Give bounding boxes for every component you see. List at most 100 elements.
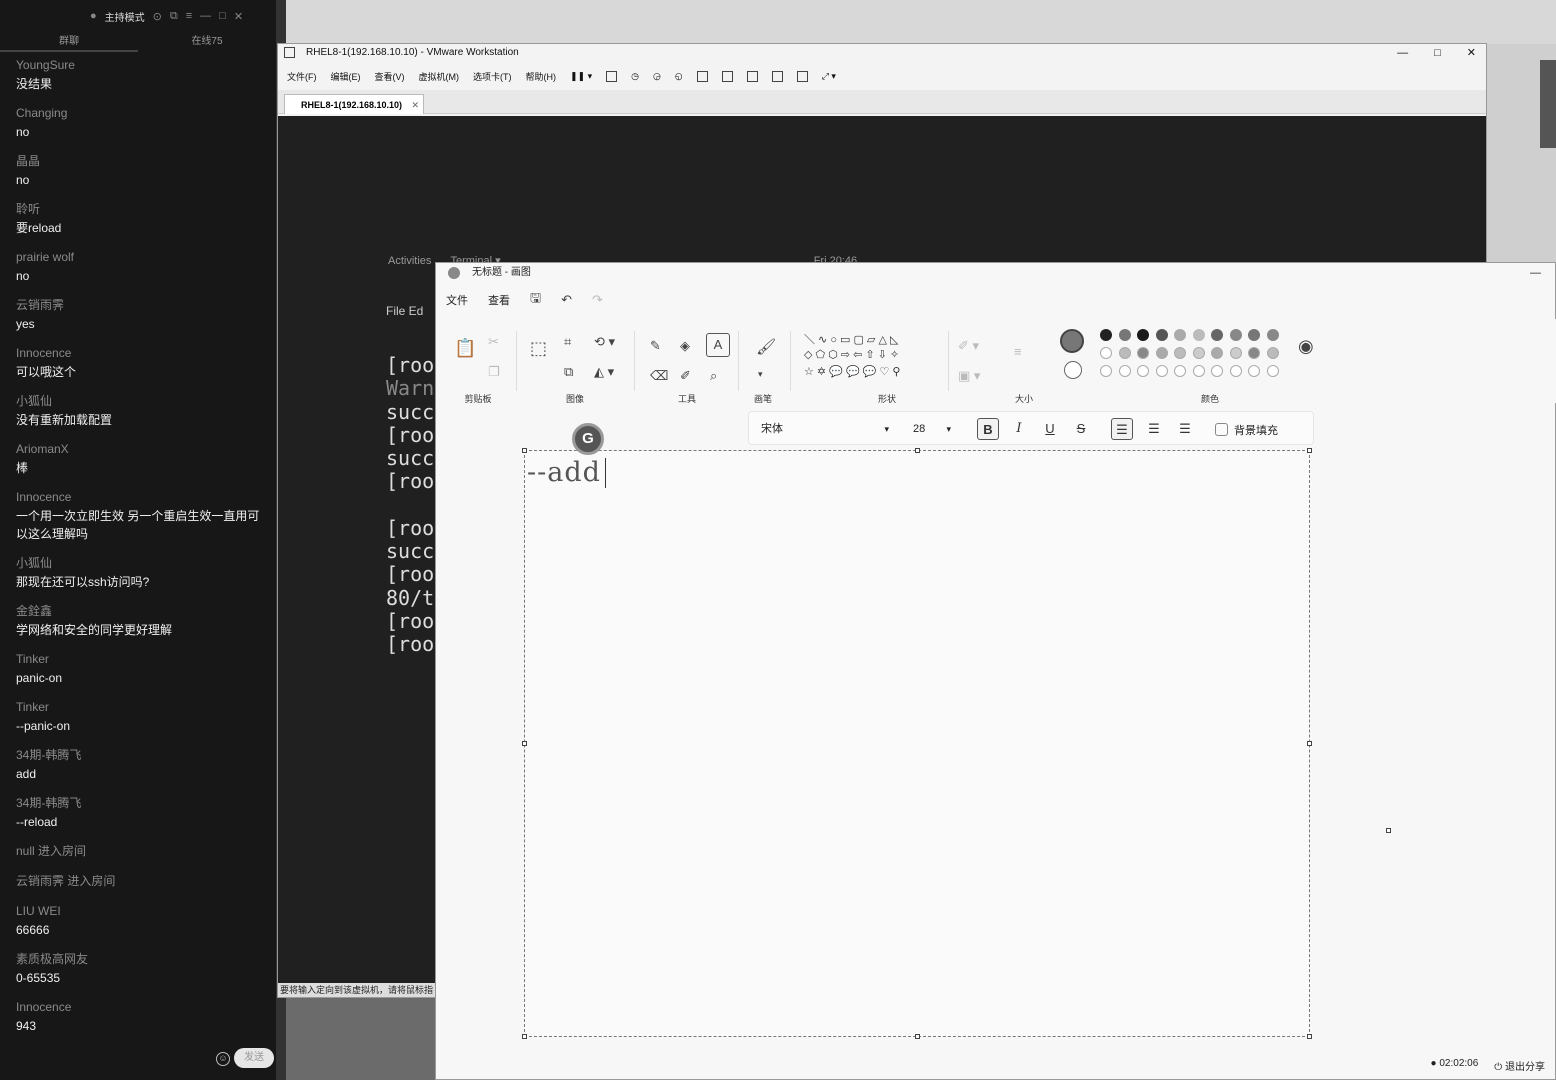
palette-swatch[interactable] [1192,347,1205,359]
activities-button[interactable]: Activities [388,255,431,267]
undo-icon[interactable]: ↶ [561,292,572,308]
select-icon[interactable]: ⬚ [530,339,547,357]
palette-swatch[interactable] [1174,365,1186,377]
resize-handle[interactable] [522,741,527,746]
palette-swatch[interactable] [1248,347,1260,359]
maximize-icon[interactable]: □ [1434,44,1441,62]
brush-icon[interactable]: 🖌 [756,340,776,356]
align-left-button[interactable]: ☰ [1111,418,1133,440]
palette-swatch[interactable] [1211,347,1223,359]
emoji-icon[interactable]: ☺ [216,1052,230,1066]
terminal-output[interactable]: [roo Warn succ [roo succ [roo [roo succ [roo 80/t… [386,353,434,657]
minimize-icon[interactable]: — [1397,44,1408,62]
minimize-icon[interactable]: — [1530,263,1541,283]
palette-swatch[interactable] [1229,329,1242,341]
resize-handle[interactable] [915,1034,920,1039]
redo-icon[interactable]: ↷ [592,292,603,308]
thumbnail-icon[interactable] [721,70,733,82]
send-keys-icon[interactable] [606,70,618,82]
menu-help[interactable]: 帮助(H) [526,70,557,83]
canvas-text[interactable]: --add [527,457,601,488]
palette-swatch[interactable] [1174,329,1186,341]
resize-handle[interactable] [1307,448,1312,453]
resize-handle[interactable] [1307,741,1312,746]
fill-style-icon[interactable]: ▣ ▾ [958,369,980,383]
strikethrough-button[interactable]: S [1070,418,1092,440]
palette-swatch[interactable] [1174,347,1186,359]
palette-swatch[interactable] [1155,365,1168,377]
close-tab-icon[interactable]: ✕ [411,95,419,115]
exit-share-button[interactable]: ⏻ 退出分享 [1494,1058,1545,1073]
terminal-menu[interactable]: File Ed [386,304,423,318]
fullscreen-icon[interactable] [746,70,758,82]
flip-icon[interactable]: ◭ ▾ [594,365,614,379]
palette-swatch[interactable] [1100,329,1112,341]
shape-star-icon[interactable]: ☆ ✡ 💬 💬 💬 ♡ ⚲ [804,365,900,378]
palette-swatch[interactable] [1137,347,1149,359]
palette-swatch[interactable] [1266,365,1279,377]
tab-rhel8-1[interactable]: RHEL8-1(192.168.10.10) ✕ [284,94,424,114]
palette-swatch[interactable] [1118,347,1131,359]
font-size-select[interactable]: 28 ▾ [909,420,955,438]
pencil-icon[interactable]: ✎ [650,339,661,353]
color2-swatch[interactable] [1064,361,1082,379]
color-picker-icon[interactable]: ✐ [680,369,691,383]
cut-icon[interactable]: ✂ [488,335,499,349]
text-box[interactable]: --add [522,448,1312,1039]
palette-swatch[interactable] [1266,347,1279,359]
edit-colors-icon[interactable]: ◉ [1298,337,1314,355]
text-icon[interactable]: A [706,333,730,357]
menu-view[interactable]: 查看 [488,292,510,308]
palette-swatch[interactable] [1192,365,1205,377]
align-right-button[interactable]: ☰ [1174,418,1196,440]
sidebar-icon[interactable] [696,70,708,82]
palette-swatch[interactable] [1248,365,1260,377]
close-icon[interactable]: ✕ [234,10,243,23]
font-family-select[interactable]: 宋体 ▾ [757,420,897,438]
snapshot-manager-icon[interactable]: ◵ [675,71,683,82]
copy-icon[interactable]: ❐ [488,365,500,379]
eraser-icon[interactable]: ⌫ [650,369,668,383]
palette-swatch[interactable] [1155,329,1168,341]
italic-button[interactable]: I [1008,418,1030,440]
pause-icon[interactable]: ❚❚ ▾ [570,71,592,82]
rotate-icon[interactable]: ⟲ ▾ [594,335,615,349]
palette-swatch[interactable] [1248,329,1260,341]
palette-swatch[interactable] [1100,365,1112,377]
close-icon[interactable]: ✕ [1467,44,1476,62]
background-fill-checkbox[interactable]: 背景填充 [1215,422,1278,438]
tab-group-chat[interactable]: 群聊 [0,32,138,52]
bold-button[interactable]: B [977,418,999,440]
align-center-button[interactable]: ☰ [1143,418,1165,440]
canvas-resize-handle[interactable] [1386,828,1391,833]
menu-file[interactable]: 文件 [446,292,468,308]
shape-polygon-icon[interactable]: ◇ ⬠ ⬡ ⇨ ⇦ ⇧ ⇩ ✧ [804,348,899,361]
save-icon[interactable]: 🖫 [530,289,541,311]
revert-snapshot-icon[interactable]: ◶ [653,71,661,82]
menu-vm[interactable]: 虚拟机(M) [419,70,460,83]
palette-swatch[interactable] [1211,329,1223,341]
resize-handle[interactable] [522,1034,527,1039]
menu-edit[interactable]: 编辑(E) [331,70,361,83]
tab-online[interactable]: 在线75 [138,32,276,52]
settings-icon[interactable]: ⊙ [153,10,162,23]
underline-button[interactable]: U [1039,418,1061,440]
size-icon[interactable]: ≡ [1014,345,1022,359]
fill-icon[interactable]: ◈ [680,339,690,353]
grammarly-icon[interactable]: G [572,423,604,455]
palette-swatch[interactable] [1229,347,1242,359]
scrollbar-thumb[interactable] [1540,60,1556,148]
snapshot-icon[interactable]: ◷ [631,71,639,82]
popout-icon[interactable]: ⧉ [170,10,178,23]
menu-file[interactable]: 文件(F) [287,70,317,83]
palette-swatch[interactable] [1137,329,1149,341]
unity-icon[interactable] [771,70,783,82]
stretch-icon[interactable]: ⤢ ▾ [822,71,836,82]
palette-swatch[interactable] [1118,365,1131,377]
magnifier-icon[interactable]: ⌕ [710,369,717,383]
palette-swatch[interactable] [1192,329,1205,341]
palette-swatch[interactable] [1155,347,1168,359]
menu-tabs[interactable]: 选项卡(T) [473,70,512,83]
console-icon[interactable] [796,70,808,82]
chevron-down-icon[interactable]: ▾ [758,367,763,381]
